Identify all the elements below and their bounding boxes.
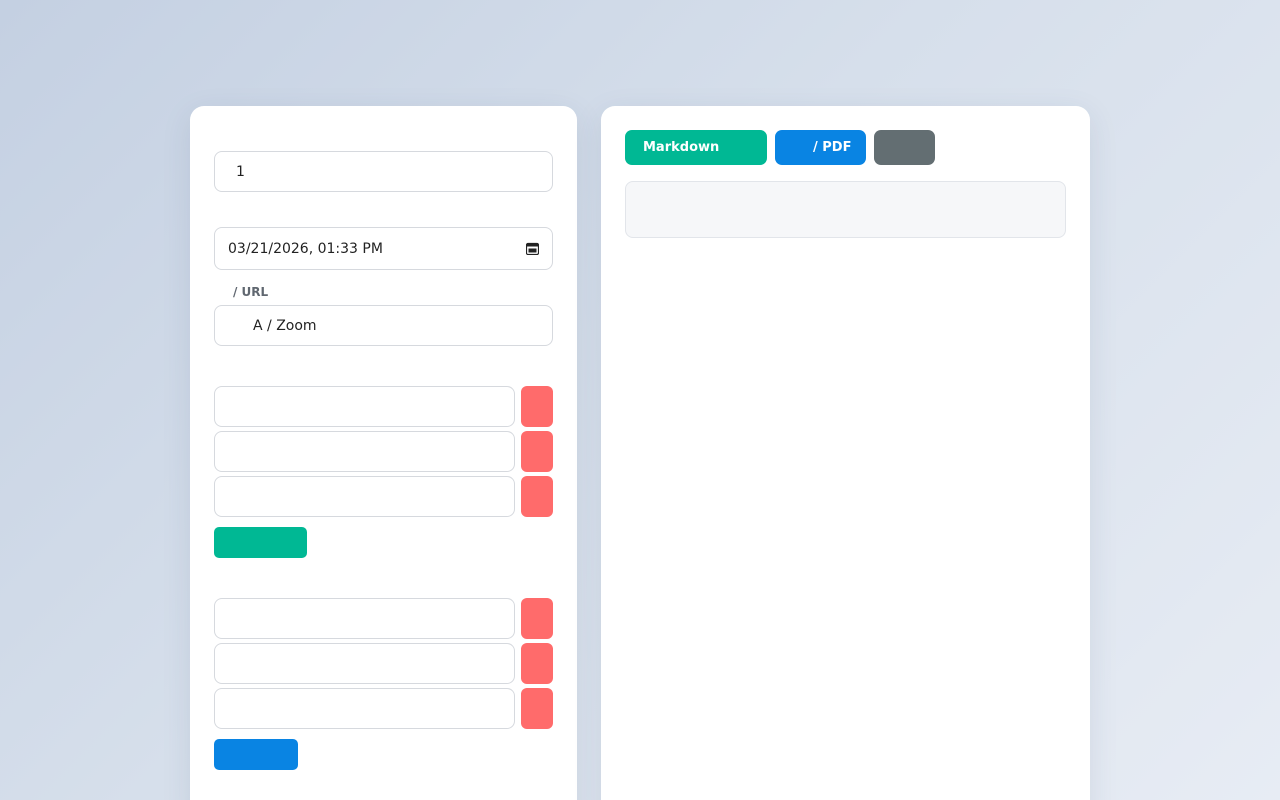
list-one-row-1-remove-button[interactable]: [521, 386, 553, 427]
preview-output: [625, 181, 1066, 238]
list-two-row-2-remove-button[interactable]: [521, 643, 553, 684]
preview-panel: Markdown / PDF: [601, 106, 1090, 800]
copy-markdown-button[interactable]: Markdown: [625, 130, 767, 165]
list-two-row-1-remove-button[interactable]: [521, 598, 553, 639]
datetime-value: 03/21/2026, 01:33 PM: [228, 240, 383, 257]
title-input[interactable]: [214, 151, 553, 192]
calendar-icon[interactable]: [526, 242, 539, 255]
form-panel: 03/21/2026, 01:33 PM / URL: [190, 106, 577, 800]
list-one-add-button[interactable]: [214, 527, 307, 558]
list-one-row-2-input[interactable]: [214, 431, 515, 472]
datetime-input[interactable]: 03/21/2026, 01:33 PM: [214, 227, 553, 270]
list-two-row-3-input[interactable]: [214, 688, 515, 729]
list-two-row-2-input[interactable]: [214, 643, 515, 684]
list-two-row-1-input[interactable]: [214, 598, 515, 639]
list-one-row-2-remove-button[interactable]: [521, 431, 553, 472]
list-two-row-3-remove-button[interactable]: [521, 688, 553, 729]
export-pdf-button[interactable]: / PDF: [775, 130, 866, 165]
list-one-row-1-input[interactable]: [214, 386, 515, 427]
location-input[interactable]: [214, 305, 553, 346]
location-label: / URL: [233, 285, 269, 299]
clear-button[interactable]: [874, 130, 935, 165]
list-two-add-button[interactable]: [214, 739, 298, 770]
list-one-row-3-remove-button[interactable]: [521, 476, 553, 517]
list-one-row-3-input[interactable]: [214, 476, 515, 517]
